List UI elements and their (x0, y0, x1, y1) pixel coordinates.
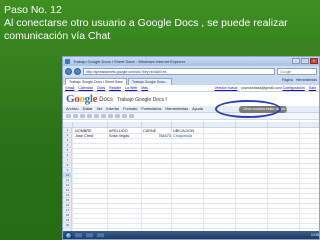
forward-icon[interactable] (74, 67, 81, 75)
new-version-link[interactable]: Versión nueva (215, 86, 238, 90)
slide-title-step: Paso No. 12 (4, 4, 62, 16)
google-bar: Gmail Calendar Docs Reader La Web Más Ve… (63, 85, 319, 92)
grid-row-line (72, 198, 319, 199)
menu-insertar[interactable]: Insertar (106, 106, 119, 112)
grid-row-line (72, 178, 319, 179)
url-input[interactable]: http://spreadsheets.google.com/ccc?key=x… (83, 67, 275, 75)
google-logo[interactable]: Google (66, 93, 98, 105)
grid-row-line (72, 208, 319, 209)
format-icon[interactable] (87, 114, 92, 118)
web-page: Gmail Calendar Docs Reader La Web Más Ve… (63, 85, 319, 233)
align-icon[interactable] (115, 114, 120, 118)
window-controls: – □ × (292, 58, 318, 64)
account-links: Versión nueva joseokedasa@gmail.com Conf… (215, 85, 319, 91)
gbar-link-reader[interactable]: Reader (109, 86, 121, 90)
page-menu[interactable]: Página (282, 77, 293, 84)
gbar-link-docs[interactable]: Docs (97, 86, 105, 90)
grid-row-line (72, 193, 319, 194)
ie-icon (65, 59, 70, 64)
taskbar-media-icon[interactable] (96, 232, 105, 238)
docs-product-name: Docs (99, 97, 113, 103)
grid-row-line (72, 163, 319, 164)
tab-second[interactable]: Trabajo Google Docs... (127, 78, 172, 85)
grid-row-line (72, 143, 319, 144)
grid-row-line (72, 153, 319, 154)
grid-row-line (72, 188, 319, 189)
back-icon[interactable] (65, 67, 72, 75)
annotation-circle (215, 100, 281, 118)
grid-row-line (72, 223, 319, 224)
spreadsheet-grid[interactable]: 1 2 3 4 5 6 7 8 9 10 11 12 13 14 15 16 17 18 19 20 NOMBRE A… (63, 122, 319, 233)
tools-menu[interactable]: Herramientas (296, 77, 317, 84)
taskbar-clock: 10:35 (311, 233, 319, 237)
command-bar: Página Herramientas (282, 77, 317, 84)
maximize-icon[interactable]: □ (301, 58, 309, 64)
grid-row-line (72, 213, 319, 214)
grid-row-line (72, 133, 319, 134)
tab-bar: Trabajo Google Docs I Sheet Save Trabajo… (63, 76, 319, 85)
minimize-icon[interactable]: – (292, 58, 300, 64)
text-color-icon[interactable] (108, 114, 113, 118)
row-headers: 1 2 3 4 5 6 7 8 9 10 11 12 13 14 15 16 17 18 19 20 (63, 128, 72, 233)
grid-row-line (72, 148, 319, 149)
undo-icon[interactable] (73, 114, 78, 118)
menu-formato[interactable]: Formato (123, 106, 137, 112)
menu-herramientas[interactable]: Herramientas (165, 106, 188, 112)
menu-archivo[interactable]: Archivo (66, 106, 79, 112)
tab-spreadsheet[interactable]: Trabajo Google Docs I Sheet Save (65, 78, 127, 85)
window-titlebar: Trabajo Google Docs I Sheet Save - Windo… (63, 57, 319, 66)
grid-row-line (72, 138, 319, 139)
gbar-link-more[interactable]: Más (141, 86, 148, 90)
docs-menubar: Archivo Editar Ver Insertar Formato Form… (63, 100, 319, 118)
docs-header: Google Docs Trabajo Google Docs I (63, 92, 319, 106)
column-headers (63, 122, 319, 128)
menu-ayuda[interactable]: Ayuda (192, 106, 203, 112)
taskbar-ie-icon[interactable] (74, 232, 83, 238)
close-icon[interactable]: × (310, 58, 318, 64)
search-input[interactable]: Google (277, 67, 317, 75)
print-icon[interactable] (66, 114, 71, 118)
menu-ver[interactable]: Ver (97, 106, 103, 112)
grid-row-line (72, 228, 319, 229)
italic-icon[interactable] (101, 114, 106, 118)
menu-editar[interactable]: Editar (83, 106, 93, 112)
window-title: Trabajo Google Docs I Sheet Save - Windo… (73, 59, 186, 64)
windows-taskbar: 10:35 (63, 231, 319, 239)
account-email: joseokedasa@gmail.com (241, 86, 282, 90)
document-title[interactable]: Trabajo Google Docs I (117, 97, 167, 103)
redo-icon[interactable] (80, 114, 85, 118)
menu-formularios[interactable]: Formularios (141, 106, 161, 112)
grid-row-line (72, 173, 319, 174)
slide-title: Paso No. 12 Al conectarse otro usuario a… (4, 4, 316, 43)
bold-icon[interactable] (94, 114, 99, 118)
row-number[interactable]: 20 (63, 223, 72, 228)
grid-row-line (72, 158, 319, 159)
taskbar-folder-icon[interactable] (85, 232, 94, 238)
start-button-icon[interactable] (65, 231, 72, 239)
gbar-link-calendar[interactable]: Calendar (78, 86, 93, 90)
settings-link[interactable]: Configuración (283, 86, 305, 90)
formula-icon[interactable] (129, 114, 134, 118)
merge-icon[interactable] (122, 114, 127, 118)
grid-row-line (72, 168, 319, 169)
slide-title-description: Al conectarse otro usuario a Google Docs… (4, 17, 288, 42)
gbar-link-web[interactable]: La Web (125, 86, 137, 90)
docs-toolbar (63, 113, 319, 120)
browser-screenshot: Trabajo Google Docs I Sheet Save - Windo… (62, 56, 320, 240)
address-bar: http://spreadsheets.google.com/ccc?key=x… (63, 66, 319, 76)
gbar-link-gmail[interactable]: Gmail (65, 86, 74, 90)
exit-link[interactable]: Salir (309, 86, 316, 90)
grid-row-line (72, 183, 319, 184)
grid-row-line (72, 218, 319, 219)
grid-row-line (72, 203, 319, 204)
